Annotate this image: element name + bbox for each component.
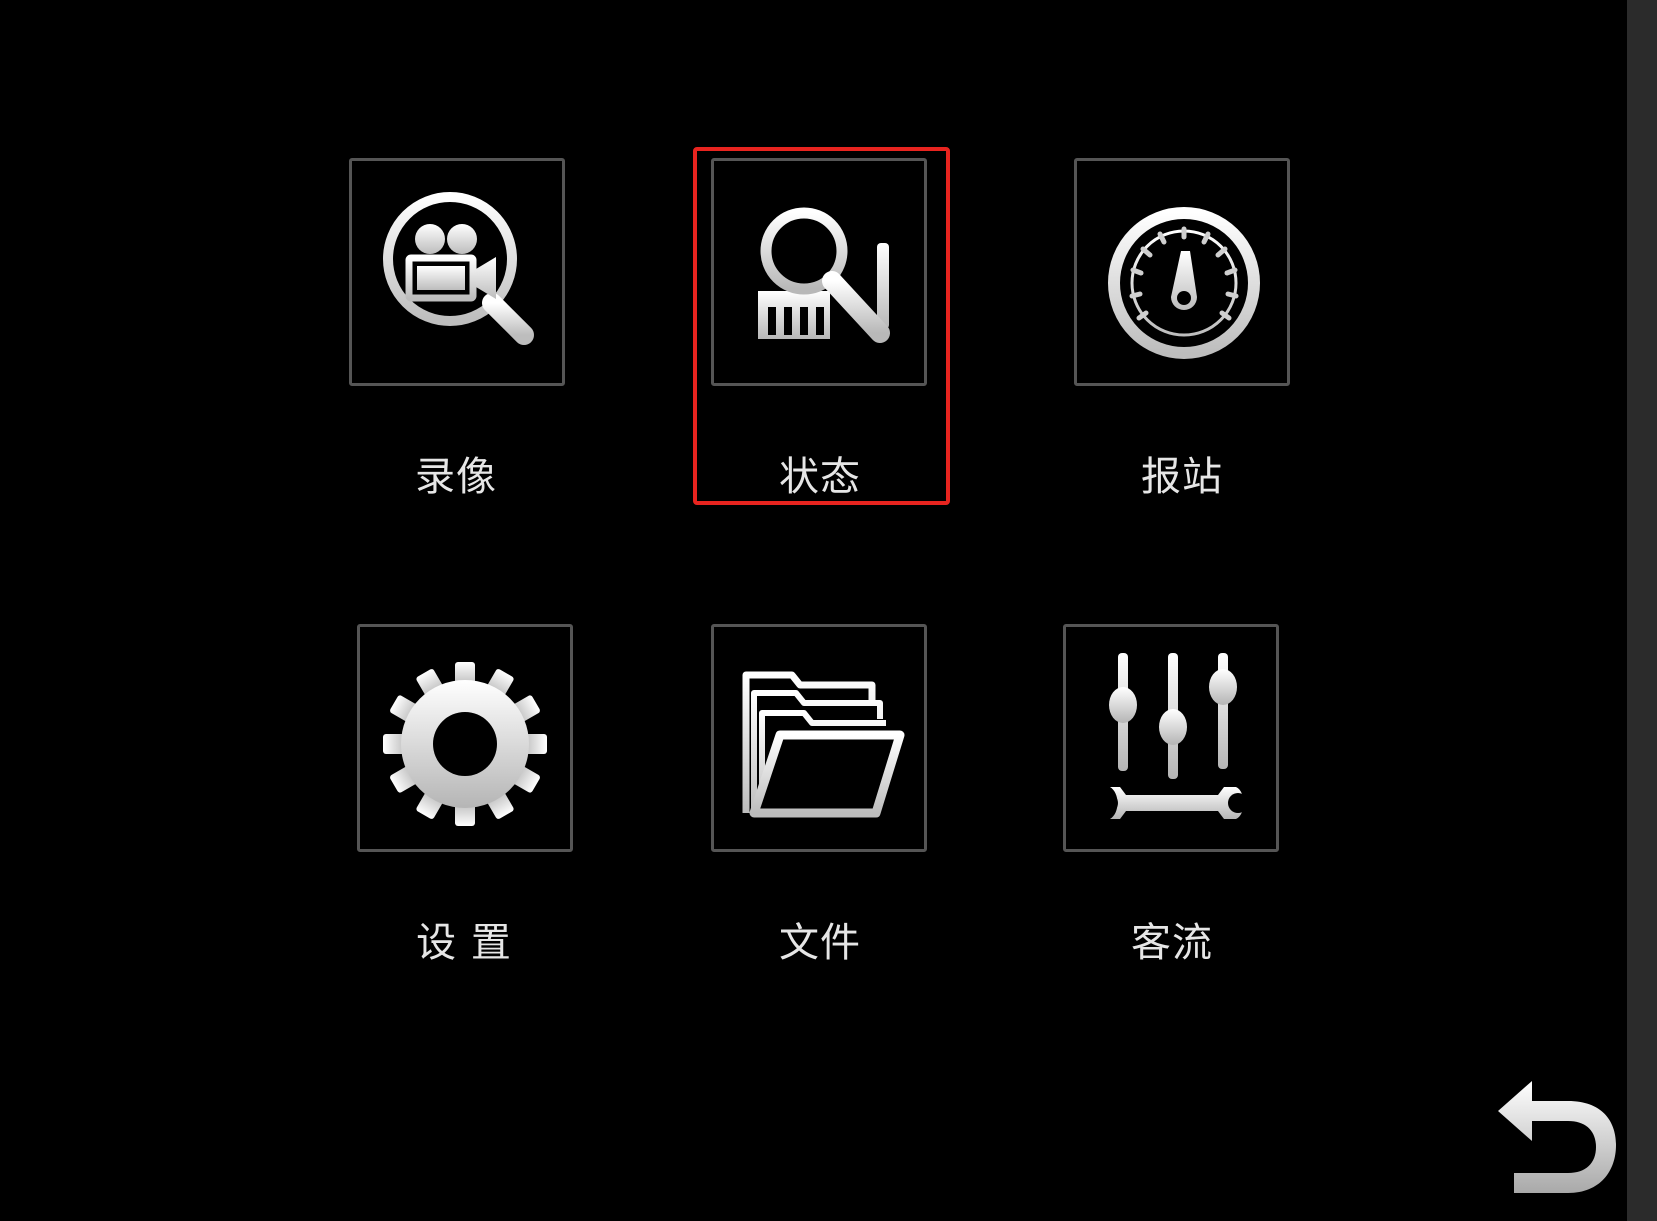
back-button[interactable] — [1484, 1075, 1624, 1205]
equalizer-wrench-icon — [1098, 653, 1248, 819]
files-icon-box[interactable] — [711, 624, 927, 852]
tile-label-settings: 设 置 — [416, 920, 512, 966]
right-edge-bar — [1627, 0, 1657, 1221]
station-icon-box[interactable] — [1074, 158, 1290, 386]
tile-label-station: 报站 — [1141, 454, 1223, 500]
tile-label-status: 状态 — [779, 454, 861, 500]
tile-label-files: 文件 — [779, 920, 861, 966]
video-search-icon — [383, 192, 534, 345]
tile-label-passenger-flow: 客流 — [1131, 920, 1213, 966]
status-icon-box[interactable] — [711, 158, 927, 386]
recording-icon-box[interactable] — [349, 158, 565, 386]
settings-icon-box[interactable] — [357, 624, 573, 852]
speedometer-icon — [1108, 207, 1260, 359]
status-search-icon — [758, 207, 890, 343]
passenger-flow-icon-box[interactable] — [1063, 624, 1279, 852]
back-arrow-icon — [1498, 1081, 1616, 1193]
main-menu-screen: 录像 状态 报站 设 置 文件 客流 — [0, 0, 1657, 1221]
folder-icon — [742, 671, 905, 818]
tile-label-recording: 录像 — [415, 454, 497, 500]
gear-icon — [383, 662, 547, 826]
